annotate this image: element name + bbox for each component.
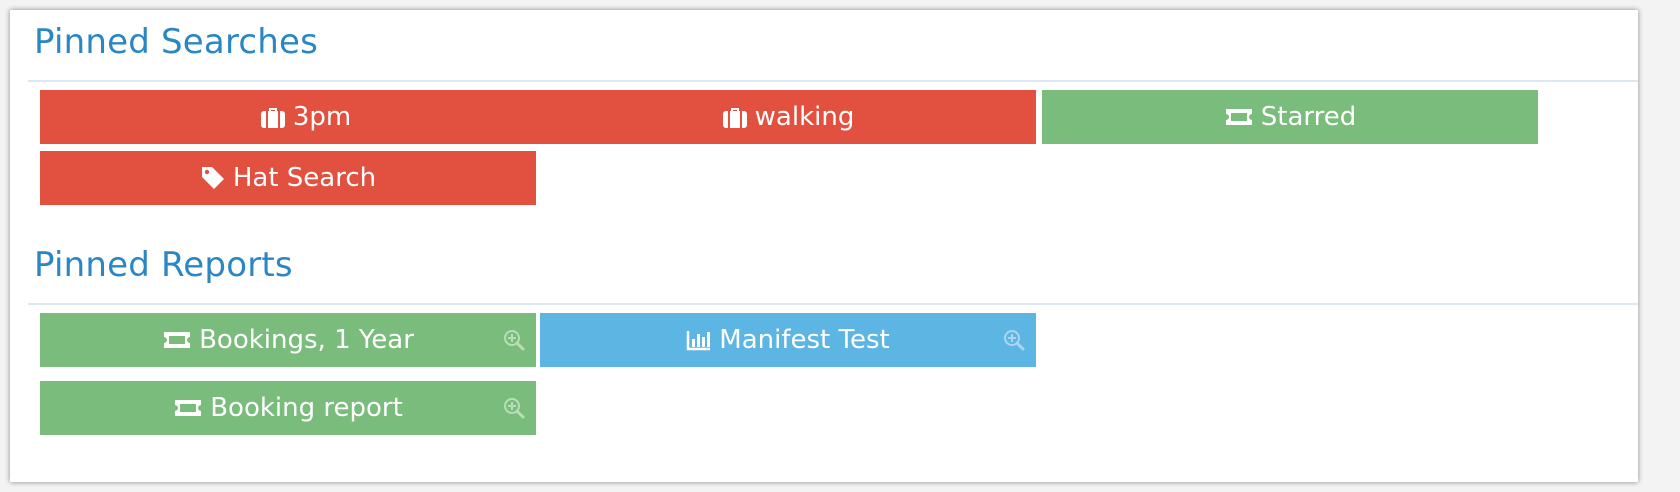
tag-icon bbox=[200, 165, 226, 191]
ticket-icon bbox=[1224, 107, 1254, 127]
pinned-searches-divider bbox=[28, 80, 1638, 82]
zoom-in-icon[interactable] bbox=[502, 328, 526, 352]
pinned-panel: Pinned Searches 3pm walking Starred Hat … bbox=[10, 10, 1638, 482]
pinned-report-label: Manifest Test bbox=[719, 325, 890, 355]
pinned-search-hat-search[interactable]: Hat Search bbox=[40, 151, 536, 205]
pinned-search-label: Starred bbox=[1260, 102, 1357, 132]
pinned-report-label: Bookings, 1 Year bbox=[199, 325, 414, 355]
pinned-reports-title: Pinned Reports bbox=[34, 245, 293, 285]
pinned-reports-divider bbox=[28, 303, 1638, 305]
pinned-search-label: walking bbox=[754, 102, 855, 132]
zoom-in-icon[interactable] bbox=[1002, 328, 1026, 352]
suitcase-icon bbox=[722, 105, 748, 129]
pinned-report-booking-report[interactable]: Booking report bbox=[40, 381, 536, 435]
pinned-search-3pm[interactable]: 3pm bbox=[40, 90, 571, 144]
zoom-in-icon[interactable] bbox=[502, 396, 526, 420]
pinned-search-label: Hat Search bbox=[232, 163, 377, 193]
bar-chart-icon bbox=[686, 329, 712, 351]
pinned-searches-title: Pinned Searches bbox=[34, 22, 319, 62]
pinned-search-walking[interactable]: walking bbox=[540, 90, 1036, 144]
suitcase-icon bbox=[260, 105, 286, 129]
pinned-search-starred[interactable]: Starred bbox=[1042, 90, 1538, 144]
pinned-report-bookings-1-year[interactable]: Bookings, 1 Year bbox=[40, 313, 536, 367]
ticket-icon bbox=[173, 398, 203, 418]
ticket-icon bbox=[162, 330, 192, 350]
pinned-report-manifest-test[interactable]: Manifest Test bbox=[540, 313, 1036, 367]
pinned-search-label: 3pm bbox=[292, 102, 352, 132]
pinned-report-label: Booking report bbox=[210, 393, 403, 423]
